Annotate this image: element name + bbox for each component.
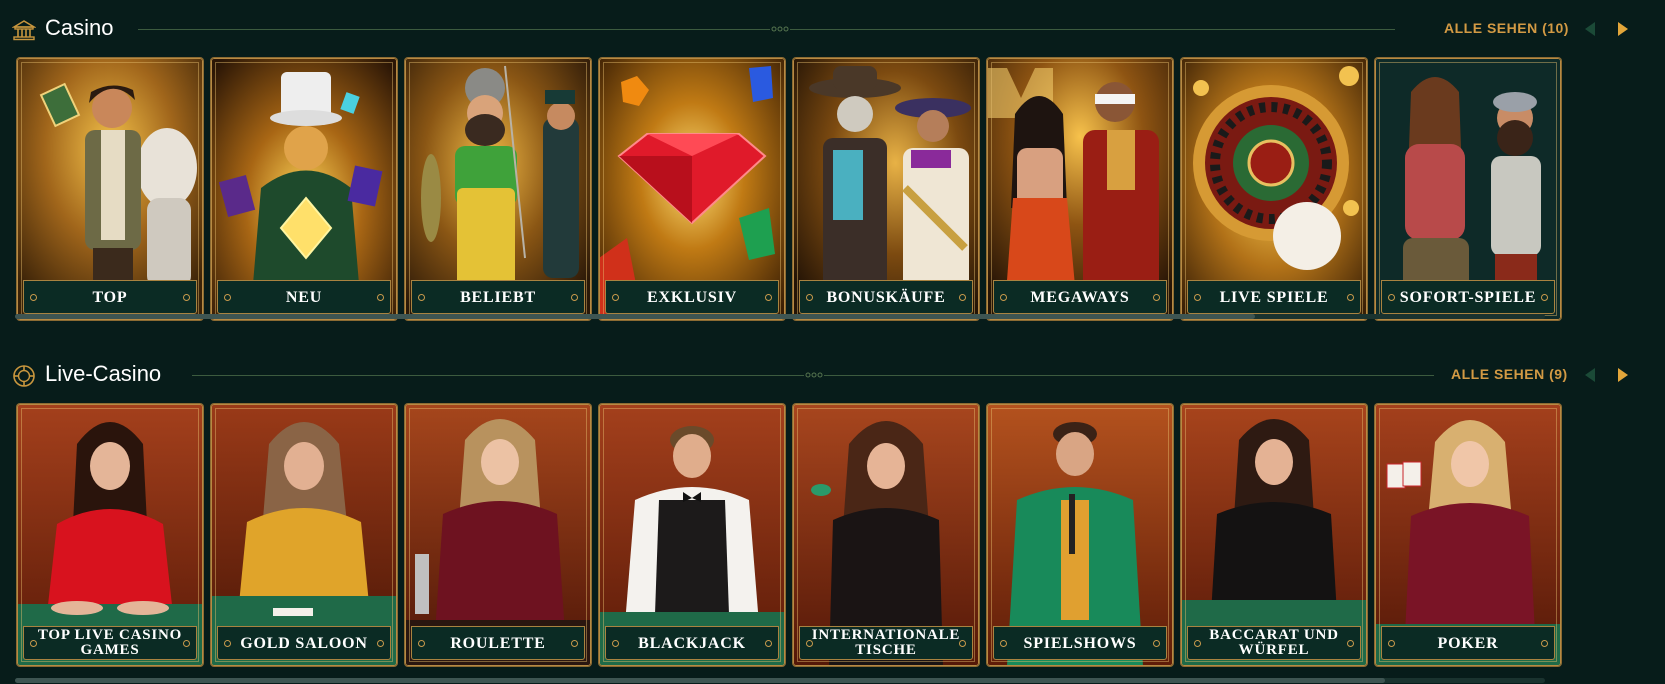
casino-cards: TOP NEU BELIEBT EXKLUSIV BONUSKÄUFE MEGA…: [15, 58, 1665, 324]
casino-section: Casino ALLE SEHEN (10) TOP NEU BELIEBT E…: [0, 0, 1665, 346]
arrow-right-icon[interactable]: [1612, 364, 1634, 386]
live-card-game-shows[interactable]: SPIELSHOWS: [987, 404, 1173, 666]
live-card-roulette[interactable]: ROULETTE: [405, 404, 591, 666]
casino-card-top[interactable]: TOP: [17, 58, 203, 320]
casino-building-icon: [12, 20, 36, 41]
live-card-gold-saloon[interactable]: GOLD SALOON: [211, 404, 397, 666]
chip-icon: [13, 365, 35, 387]
card-label: BONUSKÄUFE: [799, 280, 973, 314]
arrow-right-icon[interactable]: [1612, 18, 1634, 40]
live-card-international-tables[interactable]: INTERNATIONALE TISCHE: [793, 404, 979, 666]
card-label: MEGAWAYS: [993, 280, 1167, 314]
casino-card-megaways[interactable]: MEGAWAYS: [987, 58, 1173, 320]
header-divider-right: [790, 29, 1395, 30]
live-casino-section: Live-Casino ALLE SEHEN (9) TOP LIVE CASI…: [0, 346, 1665, 684]
card-label: POKER: [1381, 626, 1555, 660]
casino-header: Casino ALLE SEHEN (10): [0, 10, 1665, 48]
live-casino-title: Live-Casino: [45, 361, 162, 386]
arrow-left-icon[interactable]: [1579, 364, 1601, 386]
divider-ornament-icon: [771, 26, 789, 32]
card-label: GOLD SALOON: [217, 626, 391, 660]
live-casino-see-all-link[interactable]: ALLE SEHEN (9): [1451, 364, 1568, 384]
card-label: BLACKJACK: [605, 626, 779, 660]
casino-title: Casino: [45, 15, 114, 40]
live-casino-header: Live-Casino ALLE SEHEN (9): [0, 356, 1665, 394]
header-divider-right: [824, 375, 1434, 376]
live-casino-scrollbar[interactable]: [15, 678, 1545, 683]
card-label: LIVE SPIELE: [1187, 280, 1361, 314]
card-label: BACCARAT UND WÜRFEL: [1187, 626, 1361, 660]
casino-card-neu[interactable]: NEU: [211, 58, 397, 320]
casino-scrollbar[interactable]: [15, 314, 1545, 319]
casino-scroll-thumb[interactable]: [15, 314, 1255, 319]
live-casino-cards: TOP LIVE CASINO GAMES GOLD SALOON ROULET…: [15, 404, 1665, 670]
live-card-top-games[interactable]: TOP LIVE CASINO GAMES: [17, 404, 203, 666]
card-label: TOP LIVE CASINO GAMES: [23, 626, 197, 660]
live-card-baccarat-dice[interactable]: BACCARAT UND WÜRFEL: [1181, 404, 1367, 666]
live-casino-scroll-thumb[interactable]: [15, 678, 1385, 683]
card-label: NEU: [217, 280, 391, 314]
card-label: BELIEBT: [411, 280, 585, 314]
card-label: TOP: [23, 280, 197, 314]
live-card-poker[interactable]: POKER: [1375, 404, 1561, 666]
header-divider-left: [192, 375, 804, 376]
casino-see-all-link[interactable]: ALLE SEHEN (10): [1444, 18, 1569, 38]
casino-card-live-spiele[interactable]: LIVE SPIELE: [1181, 58, 1367, 320]
casino-card-exklusiv[interactable]: EXKLUSIV: [599, 58, 785, 320]
casino-card-beliebt[interactable]: BELIEBT: [405, 58, 591, 320]
casino-card-bonuskaeufe[interactable]: BONUSKÄUFE: [793, 58, 979, 320]
card-label: SPIELSHOWS: [993, 626, 1167, 660]
divider-ornament-icon: [805, 372, 823, 378]
casino-card-sofort-spiele[interactable]: SOFORT-SPIELE: [1375, 58, 1561, 320]
card-label: EXKLUSIV: [605, 280, 779, 314]
card-label: INTERNATIONALE TISCHE: [799, 626, 973, 660]
live-card-blackjack[interactable]: BLACKJACK: [599, 404, 785, 666]
header-divider-left: [138, 29, 770, 30]
arrow-left-icon[interactable]: [1579, 18, 1601, 40]
card-label: ROULETTE: [411, 626, 585, 660]
card-label: SOFORT-SPIELE: [1381, 280, 1555, 314]
